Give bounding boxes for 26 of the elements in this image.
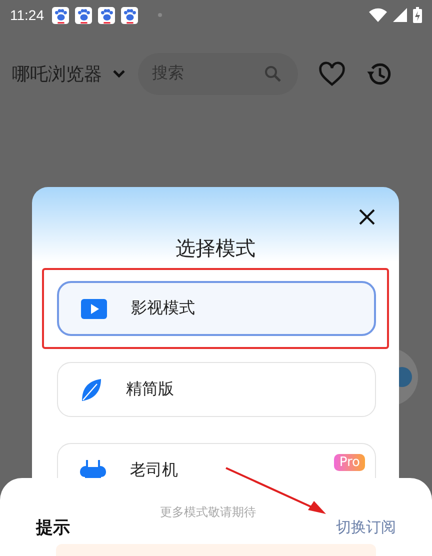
- heart-icon[interactable]: [318, 60, 346, 88]
- leaf-icon: [80, 378, 102, 402]
- play-icon: [81, 298, 107, 320]
- wifi-icon: [369, 8, 387, 22]
- mode-option[interactable]: 精简版: [57, 362, 376, 417]
- option-label: 老司机: [130, 460, 178, 481]
- search-icon[interactable]: [264, 65, 282, 83]
- paw-app-icon: [75, 6, 92, 24]
- sheet-title: 提示: [36, 517, 70, 539]
- notification-dot: [158, 13, 162, 17]
- dialog-title: 选择模式: [174, 235, 256, 262]
- mode-option[interactable]: 影视模式: [57, 281, 376, 336]
- switch-subscription-link[interactable]: 切换订阅: [336, 518, 396, 537]
- option-label: 影视模式: [131, 298, 195, 319]
- option-label: 精简版: [126, 379, 174, 400]
- chevron-down-icon[interactable]: [112, 69, 126, 79]
- status-time: 11:24: [10, 7, 44, 23]
- paw-app-icon: [98, 6, 115, 24]
- close-icon[interactable]: [357, 207, 377, 227]
- paw-app-icon: [121, 6, 138, 24]
- paw-app-icon: [52, 6, 69, 24]
- app-title: 哪吒浏览器: [12, 63, 102, 86]
- signal-icon: [393, 8, 407, 22]
- faint-notice: 更多模式敬请期待: [160, 504, 256, 521]
- battery-icon: [413, 7, 422, 23]
- pro-badge: Pro: [334, 454, 365, 471]
